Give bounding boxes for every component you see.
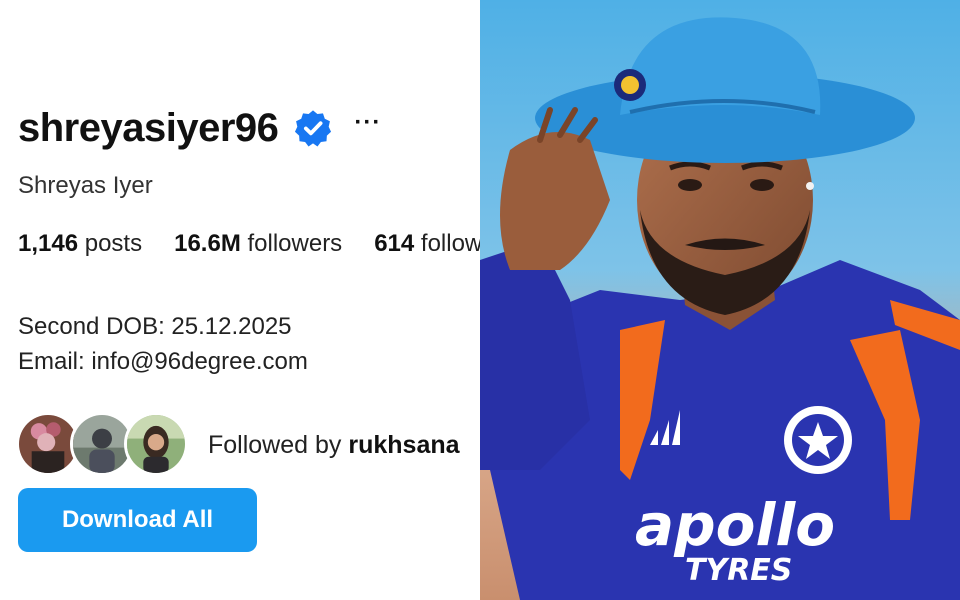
jersey-sponsor-tyres: TYRES — [685, 553, 792, 588]
download-all-button[interactable]: Download All — [18, 488, 257, 552]
following-stat[interactable]: 614 following — [374, 230, 480, 258]
followers-stat[interactable]: 16.6M followers — [174, 230, 342, 258]
followed-by-prefix: Followed by — [208, 430, 342, 459]
profile-username[interactable]: shreyasiyer96 — [18, 106, 279, 151]
followed-by-text: Followed by rukhsana — [208, 431, 460, 460]
profile-stats: 1,146 posts 16.6M followers 614 followin… — [18, 230, 480, 258]
cricketer-photo: apollo TYRES — [480, 0, 960, 600]
posts-stat[interactable]: 1,146 posts — [18, 230, 142, 258]
followers-label: followers — [247, 230, 343, 257]
followed-by-name[interactable]: rukhsana — [348, 431, 459, 459]
posts-label: posts — [84, 230, 143, 257]
avatar — [124, 412, 188, 476]
bio-line-dob: Second DOB: 25.12.2025 — [18, 313, 292, 340]
username-row: shreyasiyer96 ··· — [18, 102, 381, 154]
follower-avatars — [16, 412, 194, 478]
verified-badge-icon — [294, 109, 332, 147]
profile-bio: Second DOB: 25.12.2025 Email: info@96deg… — [18, 309, 308, 379]
followed-by-row[interactable]: Followed by rukhsana — [16, 412, 460, 478]
profile-photo: apollo TYRES — [480, 0, 960, 600]
jersey-sponsor-apollo: apollo — [635, 491, 835, 559]
profile-full-name: Shreyas Iyer — [18, 172, 153, 199]
followers-count: 16.6M — [174, 230, 241, 257]
following-label: following — [420, 230, 480, 257]
following-count: 614 — [374, 230, 415, 257]
posts-count: 1,146 — [18, 230, 79, 257]
bio-line-email: Email: info@96degree.com — [18, 348, 308, 375]
profile-panel: shreyasiyer96 ··· Shreyas Iyer 1,146 pos… — [0, 0, 480, 600]
more-options-icon[interactable]: ··· — [354, 109, 381, 137]
